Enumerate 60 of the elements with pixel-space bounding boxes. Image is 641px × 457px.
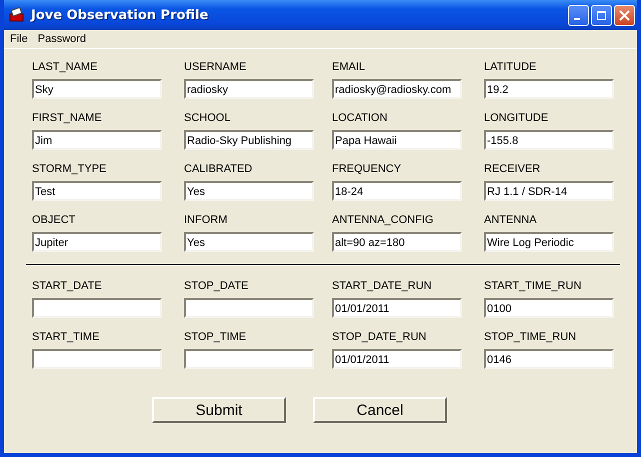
minimize-button[interactable] [568,4,589,26]
field-label: LOCATION [332,112,388,125]
text-field[interactable]: 19.2 [484,79,614,99]
field-label: STOP_TIME_RUN [484,331,578,344]
text-field[interactable]: Papa Hawaii [332,130,462,150]
field-label: EMAIL [332,61,366,74]
window-title: Jove Observation Profile [31,8,208,22]
field-label: INFORM [184,214,228,227]
text-field[interactable]: -155.8 [484,130,614,150]
text-field[interactable]: 0100 [484,298,614,318]
text-field[interactable]: RJ 1.1 / SDR-14 [484,181,614,201]
text-field[interactable]: Yes [184,181,314,201]
text-field[interactable] [32,349,162,369]
text-field[interactable]: Jupiter [32,232,162,252]
field-label: ANTENNA [484,214,538,227]
field-label: RECEIVER [484,163,542,176]
field-label: FREQUENCY [332,163,402,176]
maximize-button[interactable] [591,4,612,26]
field-label: CALIBRATED [184,163,254,176]
field-label: SCHOOL [184,112,232,125]
minimize-icon [574,18,580,20]
text-field[interactable]: alt=90 az=180 [332,232,462,252]
text-field[interactable]: Sky [32,79,162,99]
close-button[interactable] [614,4,635,26]
field-label: LAST_NAME [32,61,98,74]
field-label: STORM_TYPE [32,163,108,176]
text-field[interactable]: Test [32,181,162,201]
maximize-icon [596,10,607,20]
text-field[interactable]: 18-24 [332,181,462,201]
text-field[interactable] [32,298,162,318]
app-icon [9,7,25,23]
text-field[interactable]: Wire Log Periodic [484,232,614,252]
field-label: START_DATE_RUN [332,280,433,293]
field-label: OBJECT [32,214,76,227]
dialog-button[interactable]: Cancel [313,397,447,423]
field-label: USERNAME [184,61,248,74]
dialog-button[interactable]: Submit [152,397,286,423]
text-field[interactable] [184,298,314,318]
text-field[interactable]: 01/01/2011 [332,349,462,369]
menu-item[interactable]: File [10,33,28,45]
field-label: START_DATE [32,280,103,293]
field-label: STOP_DATE_RUN [332,331,428,344]
field-label: LONGITUDE [484,112,550,125]
text-field[interactable]: Yes [184,232,314,252]
text-field[interactable]: radiosky [184,79,314,99]
text-field[interactable]: 0146 [484,349,614,369]
field-label: ANTENNA_CONFIG [332,214,434,227]
field-label: FIRST_NAME [32,112,103,125]
text-field[interactable]: Radio-Sky Publishing [184,130,314,150]
field-label: LATITUDE [484,61,538,74]
text-field[interactable]: 01/01/2011 [332,298,462,318]
field-label: STOP_TIME [184,331,248,344]
field-label: START_TIME [32,331,100,344]
text-field[interactable]: Jim [32,130,162,150]
text-field[interactable] [184,349,314,369]
text-field[interactable]: radiosky@radiosky.com [332,79,462,99]
menu-item[interactable]: Password [38,33,86,45]
field-label: START_TIME_RUN [484,280,582,293]
close-icon [619,10,630,20]
field-label: STOP_DATE [184,280,250,293]
